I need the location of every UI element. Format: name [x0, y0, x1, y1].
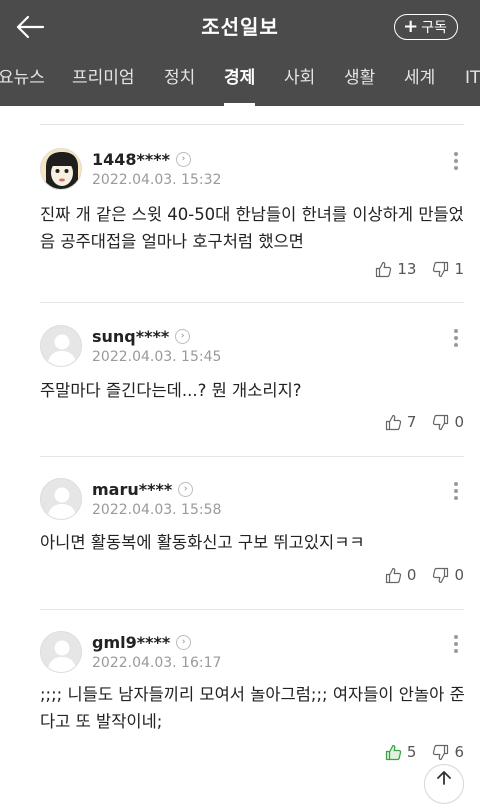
- like-count: 13: [397, 260, 417, 278]
- more-options-button[interactable]: [448, 327, 464, 349]
- like-button[interactable]: 0: [385, 566, 417, 584]
- comment-text: 주말마다 즐긴다는데...? 뭔 개소리지?: [40, 381, 302, 400]
- default-avatar-icon: [41, 479, 81, 519]
- tab-economy[interactable]: 경제: [224, 54, 256, 106]
- comment-votes: 0 0: [385, 566, 464, 584]
- thumbs-down-icon: [433, 744, 449, 760]
- chevron-right-icon: ›: [176, 634, 192, 650]
- like-count: 0: [406, 566, 417, 584]
- comment-username[interactable]: gml9**** ›: [92, 631, 192, 653]
- subscribe-label: 구독: [421, 20, 447, 36]
- app-header: 조선일보 + 구독: [0, 0, 480, 54]
- comment-votes: 13 1: [375, 260, 464, 278]
- more-options-button[interactable]: [448, 633, 464, 655]
- divider: [40, 609, 464, 610]
- chevron-right-icon: ›: [178, 481, 194, 497]
- tab-it[interactable]: IT: [465, 54, 480, 106]
- like-button[interactable]: 5: [385, 743, 417, 761]
- thumbs-up-icon: [376, 261, 392, 277]
- like-button[interactable]: 13: [375, 260, 416, 278]
- tab-label: 프리미엄: [72, 68, 135, 88]
- dislike-button[interactable]: 0: [432, 413, 464, 431]
- dislike-count: 0: [454, 413, 464, 431]
- tab-society[interactable]: 사회: [284, 54, 315, 106]
- comment-text: 진짜 개 같은 스윗 40-50대 한남들이 한녀를 이상하게 만들었음 공주대…: [40, 205, 464, 251]
- thumbs-down-icon: [433, 567, 449, 583]
- dislike-button[interactable]: 0: [432, 566, 464, 584]
- avatar[interactable]: [40, 478, 82, 520]
- avatar[interactable]: [40, 325, 82, 367]
- divider: [40, 302, 464, 303]
- username-text: gml9****: [92, 632, 171, 652]
- more-options-button[interactable]: [448, 480, 464, 502]
- plus-icon: +: [403, 16, 419, 37]
- comment-votes: 5 6: [385, 743, 464, 761]
- username-text: sunq****: [92, 326, 170, 346]
- divider: [40, 124, 464, 125]
- tab-label: 생활: [344, 68, 376, 88]
- dislike-count: 6: [454, 743, 464, 761]
- chevron-right-icon: ›: [175, 328, 191, 344]
- tab-label: 정치: [164, 68, 196, 88]
- default-avatar-icon: [41, 326, 81, 366]
- dislike-count: 1: [454, 260, 464, 278]
- thumbs-up-icon: [385, 567, 402, 583]
- comment-username[interactable]: maru**** ›: [92, 478, 194, 500]
- tab-label: IT: [465, 68, 480, 88]
- comment-username[interactable]: 1448**** ›: [92, 148, 191, 170]
- comment-date: 2022.04.03. 15:58: [92, 502, 222, 518]
- tab-news[interactable]: 요뉴스: [0, 54, 45, 106]
- tab-premium[interactable]: 프리미엄: [72, 54, 135, 106]
- more-options-button[interactable]: [448, 150, 464, 172]
- avatar[interactable]: [40, 148, 82, 190]
- comment-username[interactable]: sunq**** ›: [92, 325, 191, 347]
- tab-label: 경제: [224, 68, 256, 88]
- cartoon-avatar-icon: [41, 149, 81, 189]
- tab-label: 요뉴스: [0, 68, 45, 88]
- tab-politics[interactable]: 정치: [164, 54, 195, 106]
- comment-text: 아니면 활동복에 활동화신고 구보 뛰고있지ㅋㅋ: [40, 533, 365, 552]
- thumbs-down-icon: [433, 414, 449, 430]
- like-button[interactable]: 7: [385, 413, 417, 431]
- username-text: maru****: [92, 479, 173, 499]
- comment-date: 2022.04.03. 15:45: [92, 349, 222, 365]
- tab-life[interactable]: 생활: [344, 54, 375, 106]
- tab-world[interactable]: 세계: [404, 54, 435, 106]
- thumbs-up-icon: [385, 414, 402, 430]
- dislike-button[interactable]: 1: [432, 260, 464, 278]
- category-tabs: 요뉴스 프리미엄 정치 경제 사회 생활 세계 IT: [0, 54, 480, 106]
- comment-date: 2022.04.03. 16:17: [92, 655, 222, 671]
- like-count: 7: [406, 413, 417, 431]
- thumbs-down-icon: [433, 261, 449, 277]
- chevron-right-icon: ›: [176, 151, 191, 167]
- comment-date: 2022.04.03. 15:32: [92, 172, 222, 188]
- dislike-count: 0: [454, 566, 464, 584]
- tab-label: 세계: [404, 68, 436, 88]
- dislike-button[interactable]: 6: [432, 743, 464, 761]
- comment-text: ;;;; 니들도 남자들끼리 모여서 놀아그럼;;; 여자들이 안놀아 준다고 …: [40, 685, 465, 731]
- thumbs-up-icon: [385, 744, 402, 760]
- default-avatar-icon: [41, 632, 81, 672]
- comment-votes: 7 0: [385, 413, 464, 431]
- subscribe-button[interactable]: + 구독: [394, 14, 458, 40]
- divider: [40, 456, 464, 457]
- avatar[interactable]: [40, 631, 82, 673]
- like-count: 5: [406, 743, 417, 761]
- scroll-top-button[interactable]: [424, 764, 464, 804]
- tab-label: 사회: [284, 68, 316, 88]
- username-text: 1448****: [92, 149, 170, 169]
